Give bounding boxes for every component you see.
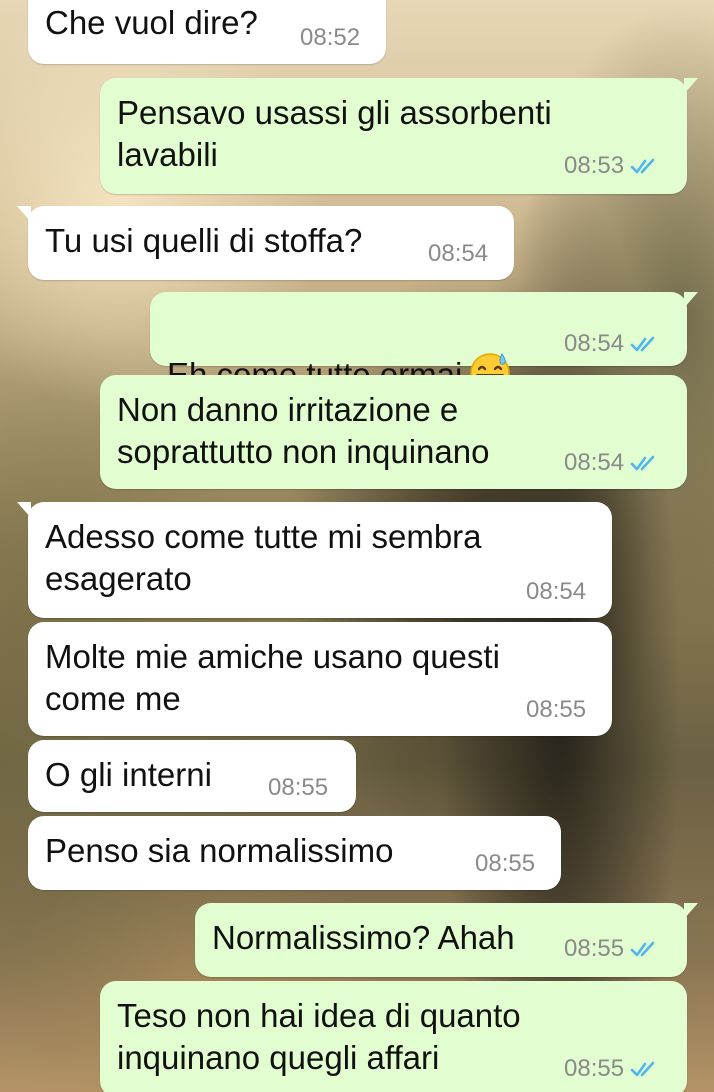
message-bubble[interactable]: Penso sia normalissimo 08:55 [28,816,561,890]
message-text: O gli interni [45,756,212,793]
bubble-tail [17,206,31,222]
message-text: Che vuol dire? [45,4,258,41]
message-timestamp-row: 08:54 [564,330,660,358]
message-text: Tu usi quelli di stoffa? [45,222,363,259]
message-timestamp-row: 08:55 [526,696,586,724]
double-check-icon [630,336,655,352]
message-bubble[interactable]: Eh come tutte ormai 08:54 [150,292,698,393]
bubble-tail [17,502,31,518]
message-timestamp-row: 08:55 [475,850,535,878]
message-time: 08:53 [564,152,625,179]
message-text: Normalissimo? Ahah [212,919,515,956]
message-timestamp-row: 08:54 [428,240,488,268]
message-bubble[interactable]: Teso non hai idea di quanto inquinano qu… [100,981,687,1092]
message-time: 08:52 [300,24,361,51]
message-text: Penso sia normalissimo [45,832,394,869]
message-bubble[interactable]: Tu usi quelli di stoffa? 08:54 [17,206,514,280]
message-time: 08:55 [526,696,587,723]
message-bubble[interactable]: Adesso come tutte mi sembra esagerato 08… [17,502,612,618]
double-check-icon [630,941,655,957]
bubble-tail [684,292,698,308]
message-bubble[interactable]: Non danno irritazione e soprattutto non … [100,375,687,489]
double-check-icon [630,158,655,174]
message-timestamp-row: 08:55 [564,1055,660,1083]
double-check-icon [630,1061,655,1077]
message-timestamp-row: 08:54 [526,578,586,606]
chat-thread: Che vuol dire? 08:52 Pensavo usassi gli … [0,0,714,1092]
message-time: 08:55 [564,1055,625,1082]
message-text: Molte mie amiche usano questi come me [45,638,500,717]
message-time: 08:55 [475,850,536,877]
message-timestamp-row: 08:55 [564,935,660,963]
bubble-tail [684,78,698,94]
message-bubble[interactable]: Normalissimo? Ahah 08:55 [195,903,698,977]
message-text: Non danno irritazione e soprattutto non … [117,391,490,470]
message-timestamp-row: 08:52 [300,24,360,52]
message-timestamp-row: 08:54 [564,449,660,477]
message-text: Adesso come tutte mi sembra esagerato [45,518,482,597]
message-time: 08:54 [526,578,587,605]
message-text: Teso non hai idea di quanto inquinano qu… [117,997,521,1076]
message-time: 08:55 [564,935,625,962]
message-timestamp-row: 08:53 [564,152,660,180]
message-time: 08:54 [564,330,625,357]
message-bubble[interactable]: Che vuol dire? 08:52 [28,0,386,64]
message-time: 08:54 [428,240,489,267]
bubble-tail [684,903,698,919]
message-time: 08:54 [564,449,625,476]
message-timestamp-row: 08:55 [268,774,328,802]
message-bubble[interactable]: O gli interni 08:55 [28,740,356,812]
message-bubble[interactable]: Pensavo usassi gli assorbenti lavabili 0… [100,78,698,194]
double-check-icon [630,455,655,471]
message-bubble[interactable]: Molte mie amiche usano questi come me 08… [28,622,612,736]
message-text: Pensavo usassi gli assorbenti lavabili [117,94,552,173]
message-time: 08:55 [268,774,329,801]
